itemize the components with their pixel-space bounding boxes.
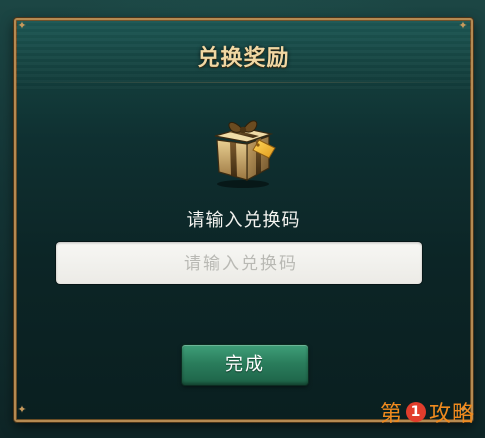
corner-ornament-top-left: ✦ xyxy=(17,19,27,32)
game-screen: 兑换奖励 请输入兑换码 请输入兑换码 完成 ✦ ✦ ✦ ✦ 第 1 攻略 xyxy=(0,0,485,438)
gift-box-icon xyxy=(214,120,276,188)
watermark-number-badge: 1 xyxy=(406,402,427,422)
corner-ornament-bottom-left: ✦ xyxy=(17,403,27,416)
watermark-prefix: 第 xyxy=(380,402,404,427)
site-watermark: 第 1 攻略 xyxy=(380,397,475,427)
redeem-dialog: 兑换奖励 请输入兑换码 请输入兑换码 完成 xyxy=(14,18,473,422)
redeem-code-input[interactable] xyxy=(56,242,426,286)
redeem-code-field[interactable] xyxy=(56,242,426,286)
dialog-title: 兑换奖励 xyxy=(197,45,290,71)
title-divider xyxy=(16,82,471,83)
corner-ornament-top-right: ✦ xyxy=(458,19,468,32)
prompt-label: 请输入兑换码 xyxy=(186,210,301,231)
done-button[interactable]: 完成 xyxy=(182,345,308,385)
watermark-suffix: 攻略 xyxy=(429,402,476,427)
